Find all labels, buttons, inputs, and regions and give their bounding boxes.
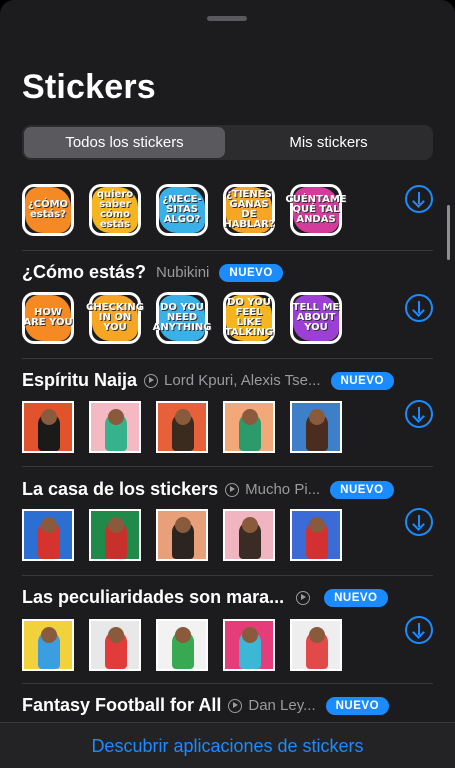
sticker[interactable]: CHECKING IN ON YOU — [86, 292, 144, 344]
sticker[interactable]: TELL ME ABOUT YOU — [290, 292, 342, 344]
sticker-head — [108, 627, 124, 643]
download-icon[interactable] — [405, 400, 433, 428]
sticker-head — [309, 517, 325, 533]
sticker[interactable] — [22, 509, 74, 561]
new-badge: NUEVO — [330, 371, 394, 390]
sticker-row: HOW ARE YOU CHECKING IN ON YOU DO YOU NEED… — [22, 292, 342, 344]
tab-all-stickers[interactable]: Todos los stickers — [24, 127, 225, 158]
sticker-head — [41, 627, 57, 643]
pack-name: La casa de los stickers — [22, 479, 219, 499]
download-icon[interactable] — [405, 508, 433, 536]
footer-bar: Descubrir aplicaciones de stickers — [0, 722, 455, 768]
sticker-head — [108, 517, 124, 533]
sticker-head — [175, 517, 191, 533]
divider — [22, 466, 433, 467]
sticker-row — [22, 509, 342, 561]
sticker-head — [242, 627, 258, 643]
pack-author: Dan Ley... — [248, 697, 316, 714]
sticker-head — [242, 517, 258, 533]
sticker-head — [175, 409, 191, 425]
sticker-text: ¿NECE- SITAS ALGO? — [162, 194, 202, 225]
download-icon[interactable] — [405, 294, 433, 322]
pack-name: Las peculiaridades son mara... — [22, 587, 285, 607]
sticker[interactable] — [223, 401, 275, 453]
sticker[interactable] — [89, 619, 141, 671]
sticker-text: CUÉNTAME QUÉ TAL ANDAS — [285, 194, 347, 225]
sheet-grabber[interactable] — [207, 16, 247, 21]
sticker[interactable]: CUÉNTAME QUÉ TAL ANDAS — [285, 184, 347, 236]
play-icon[interactable] — [144, 373, 159, 388]
download-icon[interactable] — [405, 185, 433, 213]
pack-header: La casa de los stickers Mucho Pi... NUEV… — [22, 479, 394, 500]
play-icon[interactable] — [225, 482, 240, 497]
sticker-text: ¿CÓMO estás? — [27, 199, 69, 220]
sticker[interactable] — [223, 619, 275, 671]
sticker-head — [41, 409, 57, 425]
pack-header: Fantasy Football for All Dan Ley... NUEV… — [22, 695, 390, 716]
sticker[interactable] — [156, 509, 208, 561]
sticker[interactable] — [290, 509, 342, 561]
new-badge: NUEVO — [324, 588, 388, 607]
pack-header: Las peculiaridades son mara... NUEVO — [22, 587, 388, 608]
pack-author: Nubikini — [156, 264, 210, 281]
sticker-head — [309, 627, 325, 643]
page-title: Stickers — [22, 68, 156, 106]
sticker-text: DO YOU FEEL LIKE TALKING — [224, 297, 274, 338]
new-badge: NUEVO — [219, 263, 283, 282]
pack-name: ¿Cómo estás? — [22, 262, 147, 282]
new-badge: NUEVO — [325, 696, 390, 715]
sticker[interactable] — [290, 401, 342, 453]
sticker[interactable]: quiero saber cómo estás — [89, 184, 141, 236]
sticker-text: quiero saber cómo estás — [96, 189, 134, 230]
pack-author: Lord Kpuri, Alexis Tse... — [164, 372, 321, 389]
sticker-head — [108, 409, 124, 425]
divider — [22, 250, 433, 251]
sticker-head — [242, 409, 258, 425]
segmented-control: Todos los stickers Mis stickers — [22, 125, 433, 160]
discover-sticker-apps-link[interactable]: Descubrir aplicaciones de stickers — [0, 736, 455, 757]
sticker-text: DO YOU NEED ANYTHING — [152, 302, 212, 333]
tab-my-stickers[interactable]: Mis stickers — [228, 127, 429, 158]
sticker-text: HOW ARE YOU — [23, 307, 73, 328]
sticker[interactable] — [156, 401, 208, 453]
sticker-text: TELL ME ABOUT YOU — [292, 302, 340, 333]
featured-sticker-row: ¿CÓMO estás? quiero saber cómo estás ¿NECE… — [22, 184, 347, 236]
pack-header: ¿Cómo estás? Nubikini NUEVO — [22, 262, 283, 283]
sticker[interactable] — [223, 509, 275, 561]
divider — [22, 575, 433, 576]
sticker[interactable]: HOW ARE YOU — [22, 292, 74, 344]
sticker[interactable]: DO YOU FEEL LIKE TALKING — [223, 292, 275, 344]
pack-header: Espíritu Naija Lord Kpuri, Alexis Tse...… — [22, 370, 394, 391]
pack-name: Fantasy Football for All — [22, 695, 222, 715]
sticker[interactable] — [89, 401, 141, 453]
sticker-head — [175, 627, 191, 643]
divider — [22, 358, 433, 359]
new-badge: NUEVO — [330, 480, 394, 499]
download-icon[interactable] — [405, 616, 433, 644]
scrollbar[interactable] — [447, 205, 450, 260]
pack-author: Mucho Pi... — [245, 481, 321, 498]
sticker-row — [22, 619, 342, 671]
sticker-head — [309, 409, 325, 425]
divider — [22, 683, 433, 684]
sticker[interactable] — [22, 401, 74, 453]
sticker-sheet: Stickers Todos los stickers Mis stickers… — [0, 0, 455, 768]
sticker-text: ¿TIENES GANAS DE HABLAR? — [223, 189, 275, 230]
sticker[interactable]: ¿NECE- SITAS ALGO? — [156, 184, 208, 236]
play-icon[interactable] — [228, 698, 243, 713]
sticker[interactable] — [22, 619, 74, 671]
play-icon[interactable] — [296, 590, 311, 605]
sticker-row — [22, 401, 342, 453]
sticker[interactable] — [290, 619, 342, 671]
sticker[interactable]: DO YOU NEED ANYTHING — [153, 292, 211, 344]
sticker[interactable] — [156, 619, 208, 671]
pack-name: Espíritu Naija — [22, 370, 138, 390]
sticker[interactable]: ¿CÓMO estás? — [22, 184, 74, 236]
sticker[interactable]: ¿TIENES GANAS DE HABLAR? — [223, 184, 275, 236]
sticker-text: CHECKING IN ON YOU — [86, 302, 144, 333]
sticker[interactable] — [89, 509, 141, 561]
sticker-head — [41, 517, 57, 533]
